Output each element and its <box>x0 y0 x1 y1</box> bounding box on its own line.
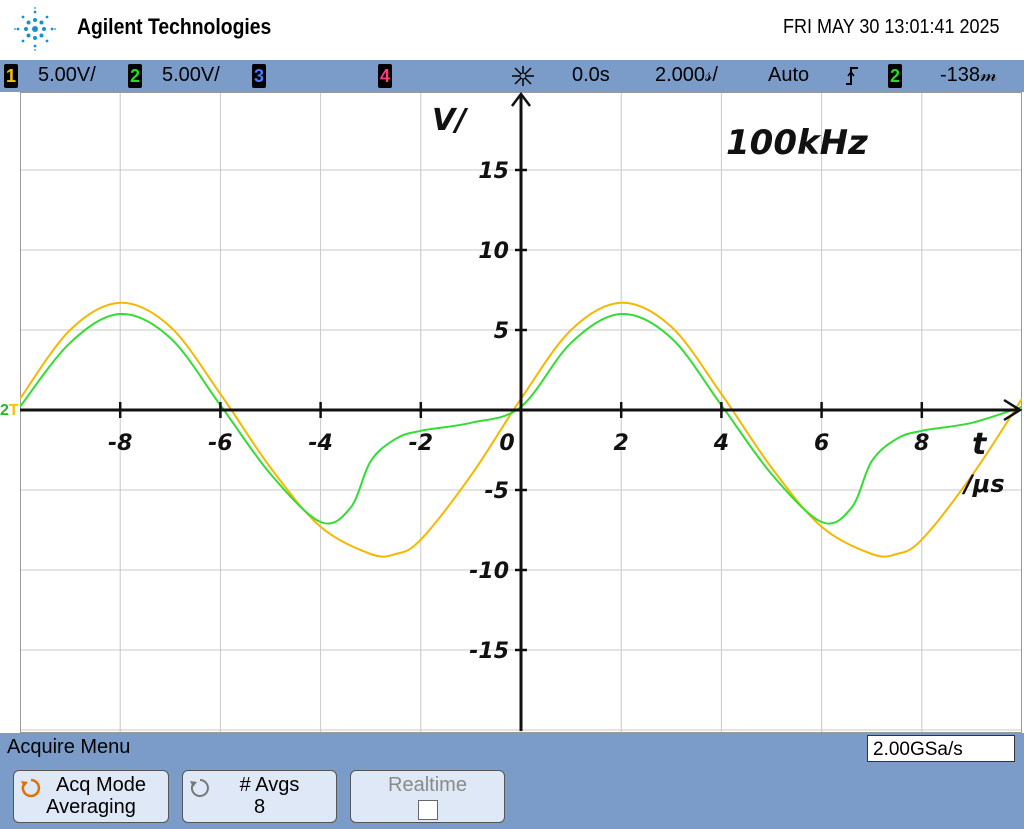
horizontal-delay: 0.0s <box>572 64 610 86</box>
channel-4-indicator[interactable]: 4 <box>378 64 392 88</box>
acq-mode-value: Averaging <box>46 796 136 818</box>
channel-2-scale: 5.00V/ <box>162 64 220 86</box>
x-tick-label: 4 <box>713 431 729 456</box>
acq-mode-softkey[interactable]: Acq Mode Averaging <box>13 770 169 823</box>
x-tick-label: 8 <box>914 431 929 456</box>
trigger-source: 2 <box>888 64 902 88</box>
channel-3-indicator[interactable]: 3 <box>252 64 266 88</box>
softkey-menu: Acquire Menu 2.00GSa/s Acq Mode Averagin… <box>0 733 1024 829</box>
channel-1-indicator[interactable]: 1 <box>4 64 18 88</box>
acq-mode-label: Acq Mode <box>55 774 147 796</box>
agilent-logo-icon <box>14 7 56 51</box>
x-tick-label: 0 <box>499 431 514 456</box>
menu-title: Acquire Menu <box>7 736 131 758</box>
x-tick-label: -4 <box>308 431 332 456</box>
brand-name: Agilent Technologies <box>77 14 272 39</box>
y-unit-annotation: V/ <box>432 103 469 138</box>
num-avgs-softkey[interactable]: # Avgs 8 <box>182 770 337 823</box>
sample-rate-display: 2.00GSa/s <box>867 735 1015 762</box>
x-tick-label: 6 <box>814 431 829 456</box>
channel-1-scale: 5.00V/ <box>38 64 96 86</box>
ground-marker-label: 2 <box>0 402 9 419</box>
x-unit-us-annotation: /μs <box>961 470 1005 498</box>
realtime-softkey[interactable]: Realtime <box>350 770 505 823</box>
x-tick-label: -6 <box>208 431 232 456</box>
waveform-plot: -8 -6 -4 -2 0 2 4 6 8 15 10 5 -5 -10 -15 100kHz V/t/μs <box>20 92 1022 733</box>
channel-2-indicator[interactable]: 2 <box>128 64 142 88</box>
timebase-scale: 2.000𝓈/ <box>655 64 718 86</box>
trigger-mode: Auto <box>768 64 810 86</box>
y-tick-label: -5 <box>485 479 509 504</box>
waveform-display[interactable]: -8 -6 -4 -2 0 2 4 6 8 15 10 5 -5 -10 -15 100kHz V/t/μs <box>20 92 1022 733</box>
y-tick-label: 15 <box>478 159 509 184</box>
y-tick-label: 10 <box>478 239 509 264</box>
x-tick-label: -2 <box>409 431 433 456</box>
num-avgs-value: 8 <box>253 796 266 818</box>
realtime-label: Realtime <box>388 774 467 796</box>
x-tick-label: -8 <box>108 431 132 456</box>
date-time: FRI MAY 30 13:01:41 2025 <box>783 16 1000 38</box>
y-tick-label: 5 <box>494 319 509 344</box>
x-unit-t-annotation: t <box>972 427 988 462</box>
status-bar: 1 5.00V/ 2 5.00V/ 3 4 0.0s 2.000𝓈/ Auto … <box>0 60 1024 92</box>
rising-edge-icon <box>846 67 858 85</box>
trigger-level: -138𝓂 <box>940 64 998 86</box>
ground-marker: 2T <box>0 402 19 419</box>
realtime-checkbox[interactable] <box>418 800 438 820</box>
trigger-position-icon <box>512 66 534 86</box>
y-tick-label: -10 <box>469 559 509 584</box>
x-tick-label: 2 <box>614 431 629 456</box>
frequency-annotation: 100kHz <box>726 123 868 163</box>
y-tick-label: -15 <box>469 639 509 664</box>
num-avgs-label: # Avgs <box>239 774 300 796</box>
title-bar: Agilent Technologies FRI MAY 30 13:01:41… <box>0 0 1024 60</box>
handwritten-annotations: -8 -6 -4 -2 0 2 4 6 8 15 10 5 -5 -10 -15 100kHz V/t/μs <box>20 92 1022 731</box>
